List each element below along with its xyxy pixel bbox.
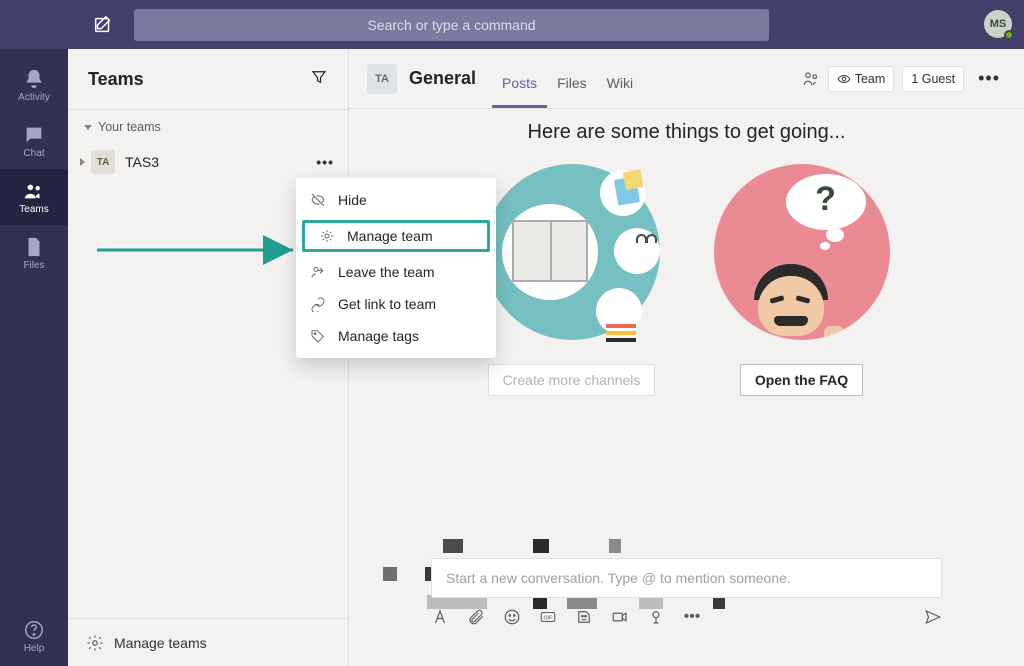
menu-label: Get link to team <box>338 296 436 312</box>
tile-create-channels: Create more channels <box>482 164 662 396</box>
attach-icon[interactable] <box>467 608 485 626</box>
presence-indicator <box>1004 30 1014 40</box>
rail-label: Chat <box>23 148 44 159</box>
manage-teams-label: Manage teams <box>114 635 207 651</box>
search-input[interactable]: Search or type a command <box>134 9 769 41</box>
team-row[interactable]: TA TAS3 ••• <box>68 142 348 182</box>
menu-label: Hide <box>338 192 367 208</box>
teams-title: Teams <box>88 69 310 90</box>
section-label: Your teams <box>98 120 161 134</box>
tile-illustration <box>714 164 890 340</box>
send-icon[interactable] <box>924 608 942 626</box>
rail-activity[interactable]: Activity <box>0 57 68 113</box>
menu-manage-team[interactable]: Manage team <box>302 220 490 252</box>
meet-icon[interactable] <box>611 608 629 626</box>
title-bar: Search or type a command MS <box>0 0 1024 49</box>
svg-text:GIF: GIF <box>544 615 553 621</box>
team-name: TAS3 <box>125 154 316 170</box>
emoji-icon[interactable] <box>503 608 521 626</box>
rail-label: Help <box>24 643 45 654</box>
rail-label: Activity <box>18 92 50 103</box>
team-avatar: TA <box>91 150 115 174</box>
privacy-label: Team <box>855 72 886 86</box>
annotation-arrow <box>97 222 307 278</box>
tile-open-faq: Open the FAQ <box>712 164 892 396</box>
format-icon[interactable] <box>431 608 449 626</box>
team-more-icon[interactable]: ••• <box>316 154 334 170</box>
rail-files[interactable]: Files <box>0 225 68 281</box>
rail-label: Files <box>23 260 44 271</box>
compose-toolbar: GIF ••• <box>431 608 942 626</box>
tile-illustration <box>484 164 660 340</box>
channel-name: General <box>409 68 476 89</box>
teams-panel-header: Teams <box>68 49 348 110</box>
rail-teams[interactable]: Teams <box>0 169 68 225</box>
gif-icon[interactable]: GIF <box>539 608 557 626</box>
org-chart-icon[interactable] <box>802 70 820 88</box>
open-faq-button[interactable]: Open the FAQ <box>740 364 863 396</box>
chevron-down-icon <box>84 125 92 130</box>
menu-label: Manage team <box>347 228 433 244</box>
channel-avatar: TA <box>367 64 397 94</box>
compose-more-icon[interactable]: ••• <box>683 608 701 626</box>
tab-files[interactable]: Files <box>547 75 597 108</box>
app-rail: Activity Chat Teams Files Help <box>0 49 68 666</box>
stream-icon[interactable] <box>647 608 665 626</box>
menu-label: Leave the team <box>338 264 435 280</box>
compose-input[interactable]: Start a new conversation. Type @ to ment… <box>431 558 942 598</box>
menu-leave-team[interactable]: Leave the team <box>296 256 496 288</box>
manage-teams-link[interactable]: Manage teams <box>68 618 348 666</box>
rail-help[interactable]: Help <box>0 608 68 664</box>
guest-label: 1 Guest <box>911 72 955 86</box>
tab-wiki[interactable]: Wiki <box>597 75 643 108</box>
menu-hide[interactable]: Hide <box>296 184 496 216</box>
menu-manage-tags[interactable]: Manage tags <box>296 320 496 352</box>
channel-tabs: Posts Files Wiki <box>492 49 643 108</box>
create-channels-button[interactable]: Create more channels <box>488 364 656 396</box>
new-message-icon[interactable] <box>92 14 114 36</box>
sticker-icon[interactable] <box>575 608 593 626</box>
compose-area: Start a new conversation. Type @ to ment… <box>431 558 942 626</box>
welcome-headline: Here are some things to get going... <box>349 121 1024 144</box>
menu-get-link[interactable]: Get link to team <box>296 288 496 320</box>
rail-label: Teams <box>19 204 48 215</box>
tab-posts[interactable]: Posts <box>492 75 547 108</box>
privacy-pill[interactable]: Team <box>828 66 895 92</box>
menu-label: Manage tags <box>338 328 419 344</box>
rail-chat[interactable]: Chat <box>0 113 68 169</box>
channel-header: TA General Posts Files Wiki Team 1 Guest… <box>349 49 1024 109</box>
your-teams-section[interactable]: Your teams <box>68 110 348 142</box>
filter-icon[interactable] <box>310 68 328 91</box>
guest-pill[interactable]: 1 Guest <box>902 66 964 92</box>
team-context-menu: Hide Manage team Leave the team Get link… <box>296 178 496 358</box>
chevron-right-icon <box>80 158 85 166</box>
channel-more-icon[interactable]: ••• <box>972 68 1006 89</box>
